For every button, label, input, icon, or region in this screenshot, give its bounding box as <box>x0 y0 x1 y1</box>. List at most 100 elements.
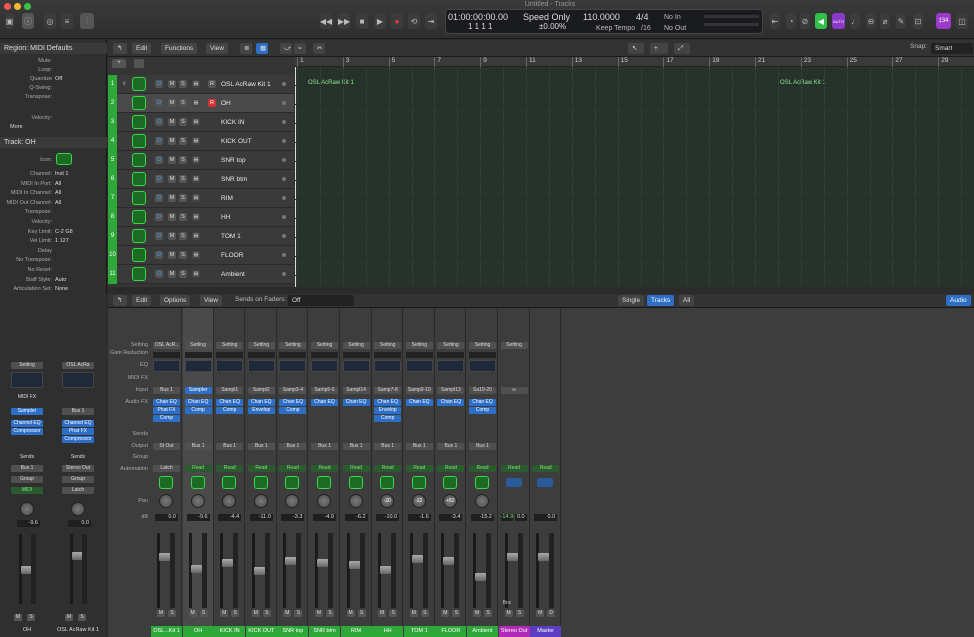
solo-button[interactable]: S <box>168 610 176 617</box>
mute-button[interactable]: M <box>441 610 450 617</box>
param-value[interactable]: None <box>55 286 68 292</box>
track-header-row[interactable]: 9 ⏻ M S ▤ TOM 1 <box>108 227 294 246</box>
power-button[interactable]: ⏻ <box>155 137 163 145</box>
audio-fx-slot[interactable]: Chan EQ <box>311 399 338 406</box>
power-button[interactable]: ⏻ <box>155 194 163 202</box>
solo-button[interactable]: S <box>179 99 187 107</box>
audio-fx-slot[interactable]: Compressor <box>11 428 43 435</box>
region-param-row[interactable]: Q-Swing: <box>0 85 107 93</box>
record-icon[interactable]: ● <box>391 13 403 29</box>
mute-button[interactable]: M <box>473 610 481 617</box>
volume-fader[interactable] <box>409 533 423 608</box>
solo-button[interactable]: S <box>326 610 334 617</box>
setting-button[interactable]: Setting <box>437 342 465 349</box>
lock-icon[interactable]: ▤ <box>192 175 200 183</box>
param-value[interactable]: All <box>55 200 61 206</box>
eq-thumbnail[interactable] <box>11 372 43 388</box>
param-value[interactable]: Off <box>55 76 62 82</box>
pan-knob[interactable] <box>475 494 489 508</box>
lock-icon[interactable]: ▤ <box>192 118 200 126</box>
region-label[interactable]: OSL AcRaw Kit 1 <box>780 79 826 88</box>
mute-button[interactable]: M <box>157 610 165 617</box>
tool-icon[interactable]: ⌀ <box>880 13 890 29</box>
output-slot[interactable]: Bus 1 <box>405 443 433 450</box>
peak-readout[interactable]: -14.9 <box>500 514 513 521</box>
channel-name[interactable]: OH <box>182 626 214 637</box>
input-slot[interactable]: Sampl1 <box>216 387 244 394</box>
mute-button[interactable]: M <box>188 610 197 617</box>
channel-name[interactable]: SNR btm <box>309 626 340 637</box>
track-param-row[interactable]: Vel Limit: 1 127 <box>0 238 107 246</box>
drum-icon[interactable] <box>132 134 146 148</box>
track-param-row[interactable]: MIDI Out Channel: All <box>0 200 107 208</box>
record-enable-button[interactable]: R <box>208 99 216 107</box>
pointer-tool-icon[interactable]: ↖ <box>628 43 644 54</box>
eq-thumbnail[interactable] <box>437 360 465 372</box>
param-value[interactable]: Auto <box>55 277 66 283</box>
channel-name[interactable]: Stereo Out <box>498 626 530 637</box>
solo-button[interactable]: S <box>78 614 86 621</box>
output-slot[interactable]: Bus 1 <box>279 443 307 450</box>
disclosure-chevron-icon[interactable]: ∨ <box>122 80 126 87</box>
automation-mode[interactable]: Read <box>279 465 307 472</box>
single-button[interactable]: Single <box>618 295 645 306</box>
eq-thumbnail[interactable] <box>279 360 307 372</box>
track-param-row[interactable]: Transpose: <box>0 209 107 217</box>
eq-thumbnail[interactable] <box>469 360 496 372</box>
mute-button[interactable]: M <box>65 614 73 621</box>
output-slot[interactable]: Stereo Out <box>62 465 94 472</box>
all-button[interactable]: All <box>679 295 695 306</box>
region-label[interactable]: OSL AcRaw Kit 1 <box>308 79 354 88</box>
bounce-button[interactable]: Bnc <box>503 600 512 606</box>
track-header-row[interactable]: 2 ⏻ M S ▤ R OH <box>108 94 294 113</box>
solo-button[interactable]: S <box>199 610 208 617</box>
eq-thumbnail[interactable] <box>247 360 275 372</box>
replace-icon[interactable]: ⇤ <box>770 13 780 29</box>
metronome-icon[interactable]: ♩ <box>850 13 860 29</box>
automation-mode[interactable]: Latch <box>62 487 94 494</box>
pan-knob[interactable]: +52 <box>443 494 458 508</box>
param-value[interactable]: C-2 G8 <box>55 229 73 235</box>
audio-fx-slot[interactable]: Phat FX <box>153 407 180 414</box>
track-header-row[interactable]: 3 ⏻ M S ▤ KICK IN <box>108 113 294 132</box>
mute-button[interactable]: M <box>168 270 176 278</box>
volume-db-readout[interactable]: -11.0 <box>249 514 273 521</box>
region-param-row[interactable]: Quantize Off <box>0 76 107 84</box>
catch-icon[interactable]: ⤻ <box>280 43 292 54</box>
solo-button[interactable]: S <box>179 232 187 240</box>
fader-cap[interactable] <box>380 566 392 574</box>
track-header-row[interactable]: 11 ⏻ M S ▤ Ambient <box>108 265 294 284</box>
volume-db-readout[interactable]: -10.0 <box>376 514 400 521</box>
drum-kit-icon[interactable] <box>56 153 72 165</box>
pan-knob[interactable] <box>317 494 331 508</box>
fader-cap[interactable] <box>222 558 234 567</box>
audio-fx-slot[interactable]: Chan EQ <box>469 399 496 406</box>
automation-mode[interactable]: Read <box>500 465 528 472</box>
setting-button[interactable]: OSL AcRa <box>62 362 94 369</box>
more-toggle[interactable]: More <box>4 124 111 132</box>
eq-thumbnail[interactable] <box>374 360 402 372</box>
power-button[interactable]: ⏻ <box>155 156 163 164</box>
volume-db-readout[interactable]: -1.6 <box>407 514 431 521</box>
volume-db-readout[interactable]: 0.0 <box>534 514 558 521</box>
setting-button[interactable]: Setting <box>500 342 528 349</box>
channel-name[interactable]: KICK IN <box>214 626 246 637</box>
edit-menu[interactable]: Edit <box>132 43 152 54</box>
track-header[interactable]: Track: OH <box>0 137 107 148</box>
audio-fx-slot[interactable]: Comp <box>469 407 496 414</box>
mute-button[interactable]: M <box>251 610 260 617</box>
drum-icon[interactable] <box>132 153 146 167</box>
setting-button[interactable]: Setting <box>216 342 244 349</box>
volume-db-readout[interactable]: -4.4 <box>218 514 242 521</box>
param-value[interactable]: Inst 1 <box>55 171 68 177</box>
fader-cap[interactable] <box>538 553 550 561</box>
fader-cap[interactable] <box>411 555 423 564</box>
mute-button[interactable]: M <box>168 213 176 221</box>
volume-db-readout[interactable]: -9.6 <box>186 514 210 521</box>
fader-cap[interactable] <box>159 553 170 561</box>
play-icon[interactable]: ▶ <box>374 13 386 29</box>
eq-thumbnail[interactable] <box>184 360 212 372</box>
track-param-row[interactable]: No Reset: <box>0 267 107 275</box>
mute-button[interactable]: M <box>168 232 176 240</box>
volume-db-readout[interactable]: -3.3 <box>281 514 305 521</box>
